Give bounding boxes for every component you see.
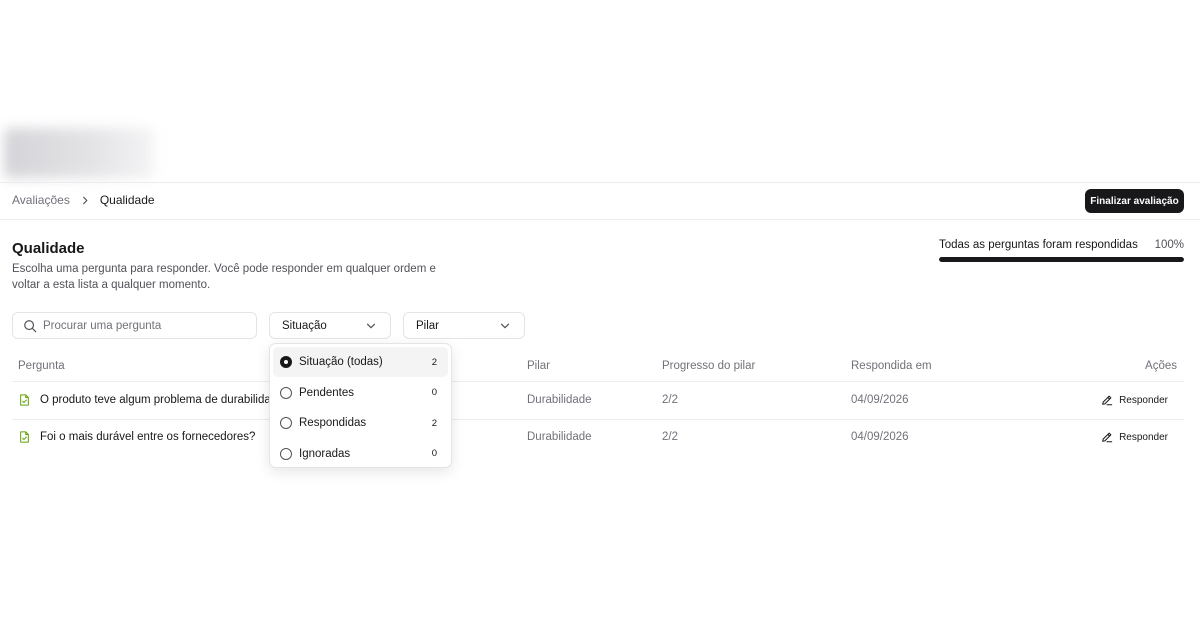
situacao-dropdown-menu: Situação (todas) 2 Pendentes 0 Respondid… (269, 343, 452, 468)
breadcrumb: Avaliações Qualidade (12, 193, 155, 207)
progress-bar-fill (939, 257, 1184, 262)
dropdown-option-respondidas[interactable]: Respondidas 2 (273, 408, 448, 438)
question-text: Foi o mais durável entre os fornecedores… (40, 431, 256, 443)
table-divider (12, 381, 1184, 382)
radio-checked-icon (280, 356, 292, 368)
header-divider (0, 182, 1200, 183)
option-label: Ignoradas (299, 447, 351, 460)
column-header-respondida: Respondida em (851, 360, 932, 372)
pencil-icon (1102, 395, 1113, 406)
progress-label: Todas as perguntas foram respondidas (939, 239, 1138, 251)
column-header-pilar: Pilar (527, 360, 551, 372)
dropdown-option-pendentes[interactable]: Pendentes 0 (273, 378, 448, 408)
situacao-filter-label: Situação (282, 319, 327, 332)
option-label: Respondidas (299, 417, 367, 429)
table-divider (12, 419, 1184, 420)
responder-label: Responder (1119, 431, 1168, 443)
option-count: 0 (431, 387, 437, 398)
option-count: 2 (431, 417, 437, 429)
responder-button[interactable]: Responder (1101, 394, 1168, 406)
option-count: 2 (431, 356, 437, 368)
answered-at-cell: 04/09/2026 (851, 394, 909, 406)
pillar-cell: Durabilidade (527, 394, 592, 406)
page-description: Escolha uma pergunta para responder. Voc… (12, 263, 436, 291)
chevron-right-icon (81, 196, 90, 205)
progress-cell: 2/2 (662, 431, 678, 443)
dropdown-option-todas[interactable]: Situação (todas) 2 (273, 347, 448, 377)
dropdown-option-ignoradas[interactable]: Ignoradas 0 (273, 439, 448, 469)
page-title: Qualidade (12, 240, 85, 257)
responder-button[interactable]: Responder (1101, 431, 1168, 443)
answered-at-cell: 04/09/2026 (851, 431, 909, 443)
finalize-evaluation-button[interactable]: Finalizar avaliação (1085, 189, 1184, 213)
radio-unchecked-icon (280, 417, 292, 429)
pencil-icon (1102, 432, 1113, 443)
pilar-filter-label: Pilar (416, 319, 440, 332)
breadcrumb-current: Qualidade (99, 193, 155, 207)
progress-bar (939, 257, 1184, 262)
table-row-question[interactable]: Foi o mais durável entre os fornecedores… (18, 431, 255, 443)
chevron-down-icon (500, 321, 510, 331)
question-text: O produto teve algum problema de durabil… (40, 394, 290, 406)
company-logo (4, 128, 154, 178)
file-check-icon (19, 431, 30, 443)
search-field[interactable] (12, 312, 257, 339)
column-header-acoes: Ações (1145, 360, 1177, 372)
situacao-filter-select[interactable]: Situação (269, 312, 391, 339)
column-header-progresso: Progresso do pilar (662, 360, 756, 372)
radio-unchecked-icon (280, 386, 292, 399)
search-icon (23, 319, 37, 333)
search-input[interactable] (43, 319, 243, 332)
breadcrumb-divider (0, 219, 1200, 220)
progress-cell: 2/2 (662, 394, 678, 406)
file-check-icon (19, 394, 30, 406)
column-header-pergunta: Pergunta (18, 360, 65, 372)
responder-label: Responder (1119, 394, 1168, 406)
breadcrumb-link-avaliacoes[interactable]: Avaliações (12, 193, 70, 207)
table-row-question[interactable]: O produto teve algum problema de durabil… (18, 394, 290, 406)
progress-percent: 100% (1154, 239, 1184, 251)
option-label: Pendentes (299, 386, 354, 399)
option-label: Situação (todas) (299, 356, 383, 368)
pillar-cell: Durabilidade (527, 431, 592, 443)
option-count: 0 (431, 448, 437, 459)
pilar-filter-select[interactable]: Pilar (403, 312, 525, 339)
radio-unchecked-icon (280, 447, 292, 460)
chevron-down-icon (366, 321, 376, 331)
